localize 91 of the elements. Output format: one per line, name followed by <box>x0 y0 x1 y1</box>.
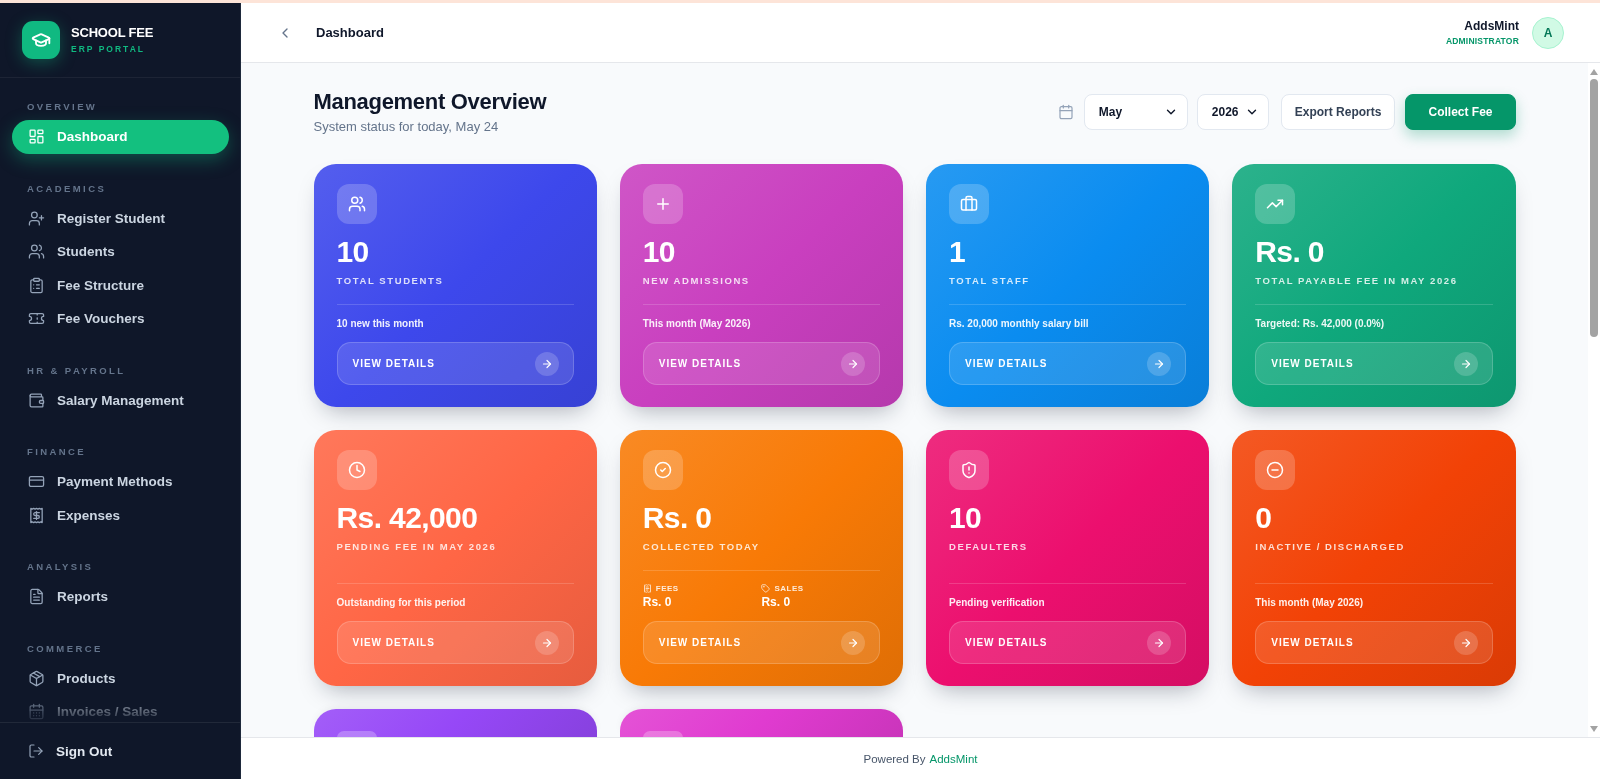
calendar-icon <box>28 703 45 721</box>
stat-note: 10 new this month <box>336 317 424 331</box>
nav-item[interactable]: Salary Management <box>12 383 229 417</box>
stat-value: 10 <box>336 236 369 268</box>
stat-label: NEW ADMISSIONS <box>642 274 750 288</box>
nav-item[interactable]: Fee Structure <box>12 268 229 302</box>
nav-item[interactable]: Payment Methods <box>12 465 229 499</box>
brand-subtitle: ERP PORTAL <box>71 44 145 55</box>
collect-fee-button[interactable]: Collect Fee <box>1405 94 1516 130</box>
arrow-right-icon <box>841 630 865 655</box>
arrow-right-icon <box>534 630 559 655</box>
receipt-icon <box>642 584 652 593</box>
stat-note: This month (May 2026) <box>1255 596 1364 610</box>
stat-value: Rs. 42,000 <box>336 502 478 534</box>
document-icon <box>28 588 45 606</box>
nav-item[interactable]: Products <box>12 661 229 695</box>
breakdown-value: Rs. 0 <box>761 595 791 610</box>
view-details-button[interactable]: VIEW DETAILS <box>949 621 1187 664</box>
tag-icon <box>761 584 771 593</box>
calendar-icon <box>1057 104 1074 120</box>
month-select[interactable]: May <box>1083 94 1188 130</box>
user-avatar[interactable]: A <box>1532 16 1564 49</box>
stat-label: TOTAL STUDENTS <box>336 274 444 288</box>
stat-note: This month (May 2026) <box>642 317 751 331</box>
stat-note: Pending verification <box>949 596 1045 610</box>
arrow-right-icon <box>534 351 559 376</box>
stat-note: Rs. 20,000 monthly salary bill <box>949 317 1089 331</box>
dashboard-icon <box>28 128 45 146</box>
user-role: ADMINISTRATOR <box>1445 36 1519 46</box>
brand-title: SCHOOL FEE <box>71 25 154 41</box>
section-label: COMMERCE <box>27 641 103 656</box>
breakdown-label: SALES <box>774 583 804 594</box>
stat-label: TOTAL STAFF <box>949 274 1030 288</box>
stat-label: PENDING FEE IN MAY 2026 <box>336 540 497 554</box>
user-plus-icon <box>28 209 45 227</box>
nav-item[interactable]: Fee Vouchers <box>12 302 229 336</box>
section-label: ANALYSIS <box>27 560 94 574</box>
nav-item[interactable]: Students <box>12 235 229 269</box>
stat-note: Targeted: Rs. 42,000 (0.0%) <box>1255 317 1384 331</box>
view-details-button[interactable]: VIEW DETAILS <box>642 342 880 385</box>
nav-item[interactable]: Expenses <box>12 498 229 532</box>
year-select[interactable]: 2026 <box>1196 94 1269 130</box>
section-label: ACADEMICS <box>27 181 107 196</box>
receipt-icon <box>28 506 45 524</box>
nav-item[interactable]: Register Student <box>12 201 229 235</box>
scroll-up-icon[interactable] <box>1590 69 1598 75</box>
arrow-right-icon <box>1147 351 1172 376</box>
clock-icon <box>336 450 377 490</box>
section-label: OVERVIEW <box>27 100 98 114</box>
shield-alert-icon <box>949 450 989 490</box>
briefcase-icon <box>949 184 989 224</box>
package-icon <box>28 669 45 687</box>
sign-out-icon <box>28 743 44 759</box>
footer-link[interactable]: AddsMint <box>929 752 978 765</box>
users-icon <box>28 243 45 261</box>
stat-value: Rs. 0 <box>642 502 712 534</box>
section-label: FINANCE <box>27 445 87 459</box>
clipboard-icon <box>28 276 45 294</box>
arrow-right-icon <box>1453 630 1478 655</box>
nav-item[interactable]: Reports <box>12 580 229 614</box>
stat-label: TOTAL PAYABLE FEE IN MAY 2026 <box>1255 274 1458 288</box>
stat-note: Outstanding for this period <box>336 596 466 610</box>
section-label: HR & PAYROLL <box>27 363 126 378</box>
breadcrumb-title: Dashboard <box>316 25 384 40</box>
view-details-button[interactable]: VIEW DETAILS <box>336 342 574 385</box>
arrow-right-icon <box>1147 630 1172 655</box>
stat-value: 1 <box>949 236 966 268</box>
stat-value: 10 <box>642 236 675 268</box>
trending-up-icon <box>1255 184 1296 224</box>
plus-icon <box>642 184 683 224</box>
stat-value: 10 <box>949 502 982 534</box>
breakdown-label: FEES <box>655 583 679 594</box>
stat-label: INACTIVE / DISCHARGED <box>1255 540 1405 554</box>
page-title: Management Overview <box>313 88 547 116</box>
footer-text: Powered By <box>863 752 926 765</box>
arrow-right-icon <box>1453 351 1478 376</box>
user-name: AddsMint <box>1464 19 1519 33</box>
scroll-down-icon[interactable] <box>1590 726 1598 732</box>
stat-value: 0 <box>1255 502 1272 534</box>
page-subtitle: System status for today, May 24 <box>313 118 499 136</box>
wallet-icon <box>28 391 45 409</box>
stat-label: COLLECTED TODAY <box>642 540 760 554</box>
stat-value: Rs. 0 <box>1255 236 1324 268</box>
stat-label: DEFAULTERS <box>949 540 1028 554</box>
scrollbar-thumb[interactable] <box>1590 79 1598 337</box>
export-reports-button[interactable]: Export Reports <box>1280 94 1396 130</box>
breakdown-value: Rs. 0 <box>642 595 672 610</box>
graduation-cap-icon <box>22 21 60 59</box>
arrow-right-icon <box>841 351 865 376</box>
users-icon <box>336 184 377 224</box>
sign-out-button[interactable]: Sign Out <box>12 734 229 768</box>
